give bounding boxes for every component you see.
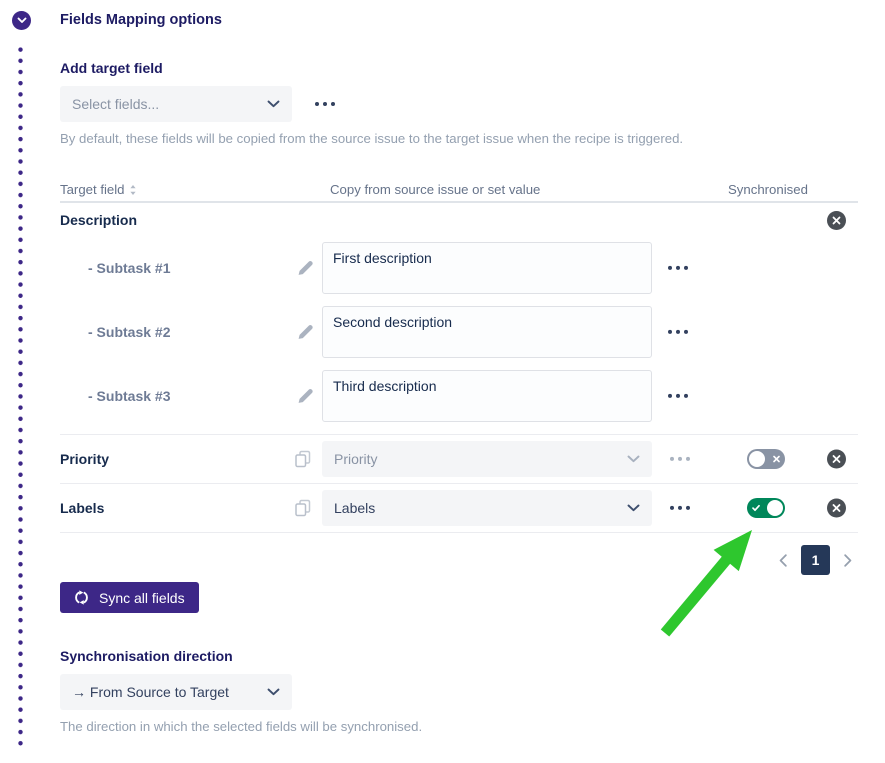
chevron-down-icon: [267, 688, 280, 696]
sort-icon: [129, 184, 137, 196]
table-row-subtask-3: - Subtask #3 Third description: [60, 368, 858, 424]
table-row-labels: Labels Labels: [60, 483, 858, 533]
labels-source-select[interactable]: Labels: [322, 490, 652, 526]
select-fields-placeholder: Select fields...: [72, 96, 159, 112]
field-label: Description: [60, 212, 137, 228]
chevron-down-icon: [627, 455, 640, 463]
sync-direction-select[interactable]: → From Source to Target: [60, 674, 292, 710]
row-options-menu-icon[interactable]: [670, 506, 690, 510]
subtask-label: - Subtask #3: [88, 388, 170, 404]
table-row-subtask-2: - Subtask #2 Second description: [60, 304, 858, 360]
sync-direction-helper-text: The direction in which the selected fiel…: [60, 719, 422, 734]
pagination: 1: [779, 545, 852, 575]
panel-title: Fields Mapping options: [60, 12, 222, 28]
column-header-synchronised: Synchronised: [728, 182, 808, 197]
subtask-value-input[interactable]: Second description: [322, 306, 652, 358]
chevron-down-icon: [627, 504, 640, 512]
field-label: Priority: [60, 451, 109, 467]
prev-page-button[interactable]: [779, 554, 787, 567]
section-dotted-rail: [18, 47, 23, 751]
sync-all-fields-button[interactable]: Sync all fields: [60, 582, 199, 613]
subtask-value-input[interactable]: Third description: [322, 370, 652, 422]
current-page-button[interactable]: 1: [801, 545, 830, 575]
sync-icon: [74, 590, 89, 605]
mapping-table-header: Target field Copy from source issue or s…: [60, 181, 858, 203]
row-options-menu-icon[interactable]: [668, 330, 688, 334]
table-row-subtask-1: - Subtask #1 First description: [60, 240, 858, 296]
add-target-field-label: Add target field: [60, 60, 163, 76]
next-page-button[interactable]: [844, 554, 852, 567]
default-copy-helper-text: By default, these fields will be copied …: [60, 131, 683, 146]
priority-source-select[interactable]: Priority: [322, 441, 652, 477]
toggle-x-icon: [773, 456, 780, 463]
add-field-options-menu-icon[interactable]: [315, 102, 335, 106]
edit-pencil-icon: [297, 388, 314, 405]
row-options-menu-icon[interactable]: [668, 394, 688, 398]
sync-all-fields-label: Sync all fields: [99, 590, 185, 606]
chevron-down-icon: [267, 100, 280, 108]
copy-mode-icon: [295, 500, 311, 517]
sync-direction-value: → From Source to Target: [72, 684, 229, 700]
table-row-priority: Priority Priority: [60, 434, 858, 483]
table-row-description: Description: [60, 203, 858, 240]
copy-mode-icon: [295, 451, 311, 468]
subtask-label: - Subtask #2: [88, 324, 170, 340]
remove-field-button[interactable]: [827, 211, 846, 230]
edit-pencil-icon: [297, 260, 314, 277]
row-options-menu-icon[interactable]: [670, 457, 690, 461]
column-header-copy-from: Copy from source issue or set value: [330, 182, 540, 197]
field-label: Labels: [60, 500, 104, 516]
priority-select-value: Priority: [334, 451, 378, 467]
subtask-label: - Subtask #1: [88, 260, 170, 276]
toggle-check-icon: [752, 505, 760, 512]
column-header-target-field[interactable]: Target field: [60, 182, 137, 197]
toggle-knob: [767, 500, 783, 516]
remove-field-button[interactable]: [827, 450, 846, 469]
synchronised-toggle-off[interactable]: [747, 449, 785, 469]
edit-pencil-icon: [297, 324, 314, 341]
chevron-down-icon: [17, 17, 27, 24]
fields-mapping-panel: Fields Mapping options Add target field …: [0, 0, 885, 763]
subtask-value-input[interactable]: First description: [322, 242, 652, 294]
select-fields-dropdown[interactable]: Select fields...: [60, 86, 292, 122]
collapse-section-button[interactable]: [12, 11, 31, 30]
sync-direction-label: Synchronisation direction: [60, 648, 233, 664]
row-options-menu-icon[interactable]: [668, 266, 688, 270]
synchronised-toggle-on[interactable]: [747, 498, 785, 518]
remove-field-button[interactable]: [827, 499, 846, 518]
labels-select-value: Labels: [334, 500, 375, 516]
toggle-knob: [749, 451, 765, 467]
